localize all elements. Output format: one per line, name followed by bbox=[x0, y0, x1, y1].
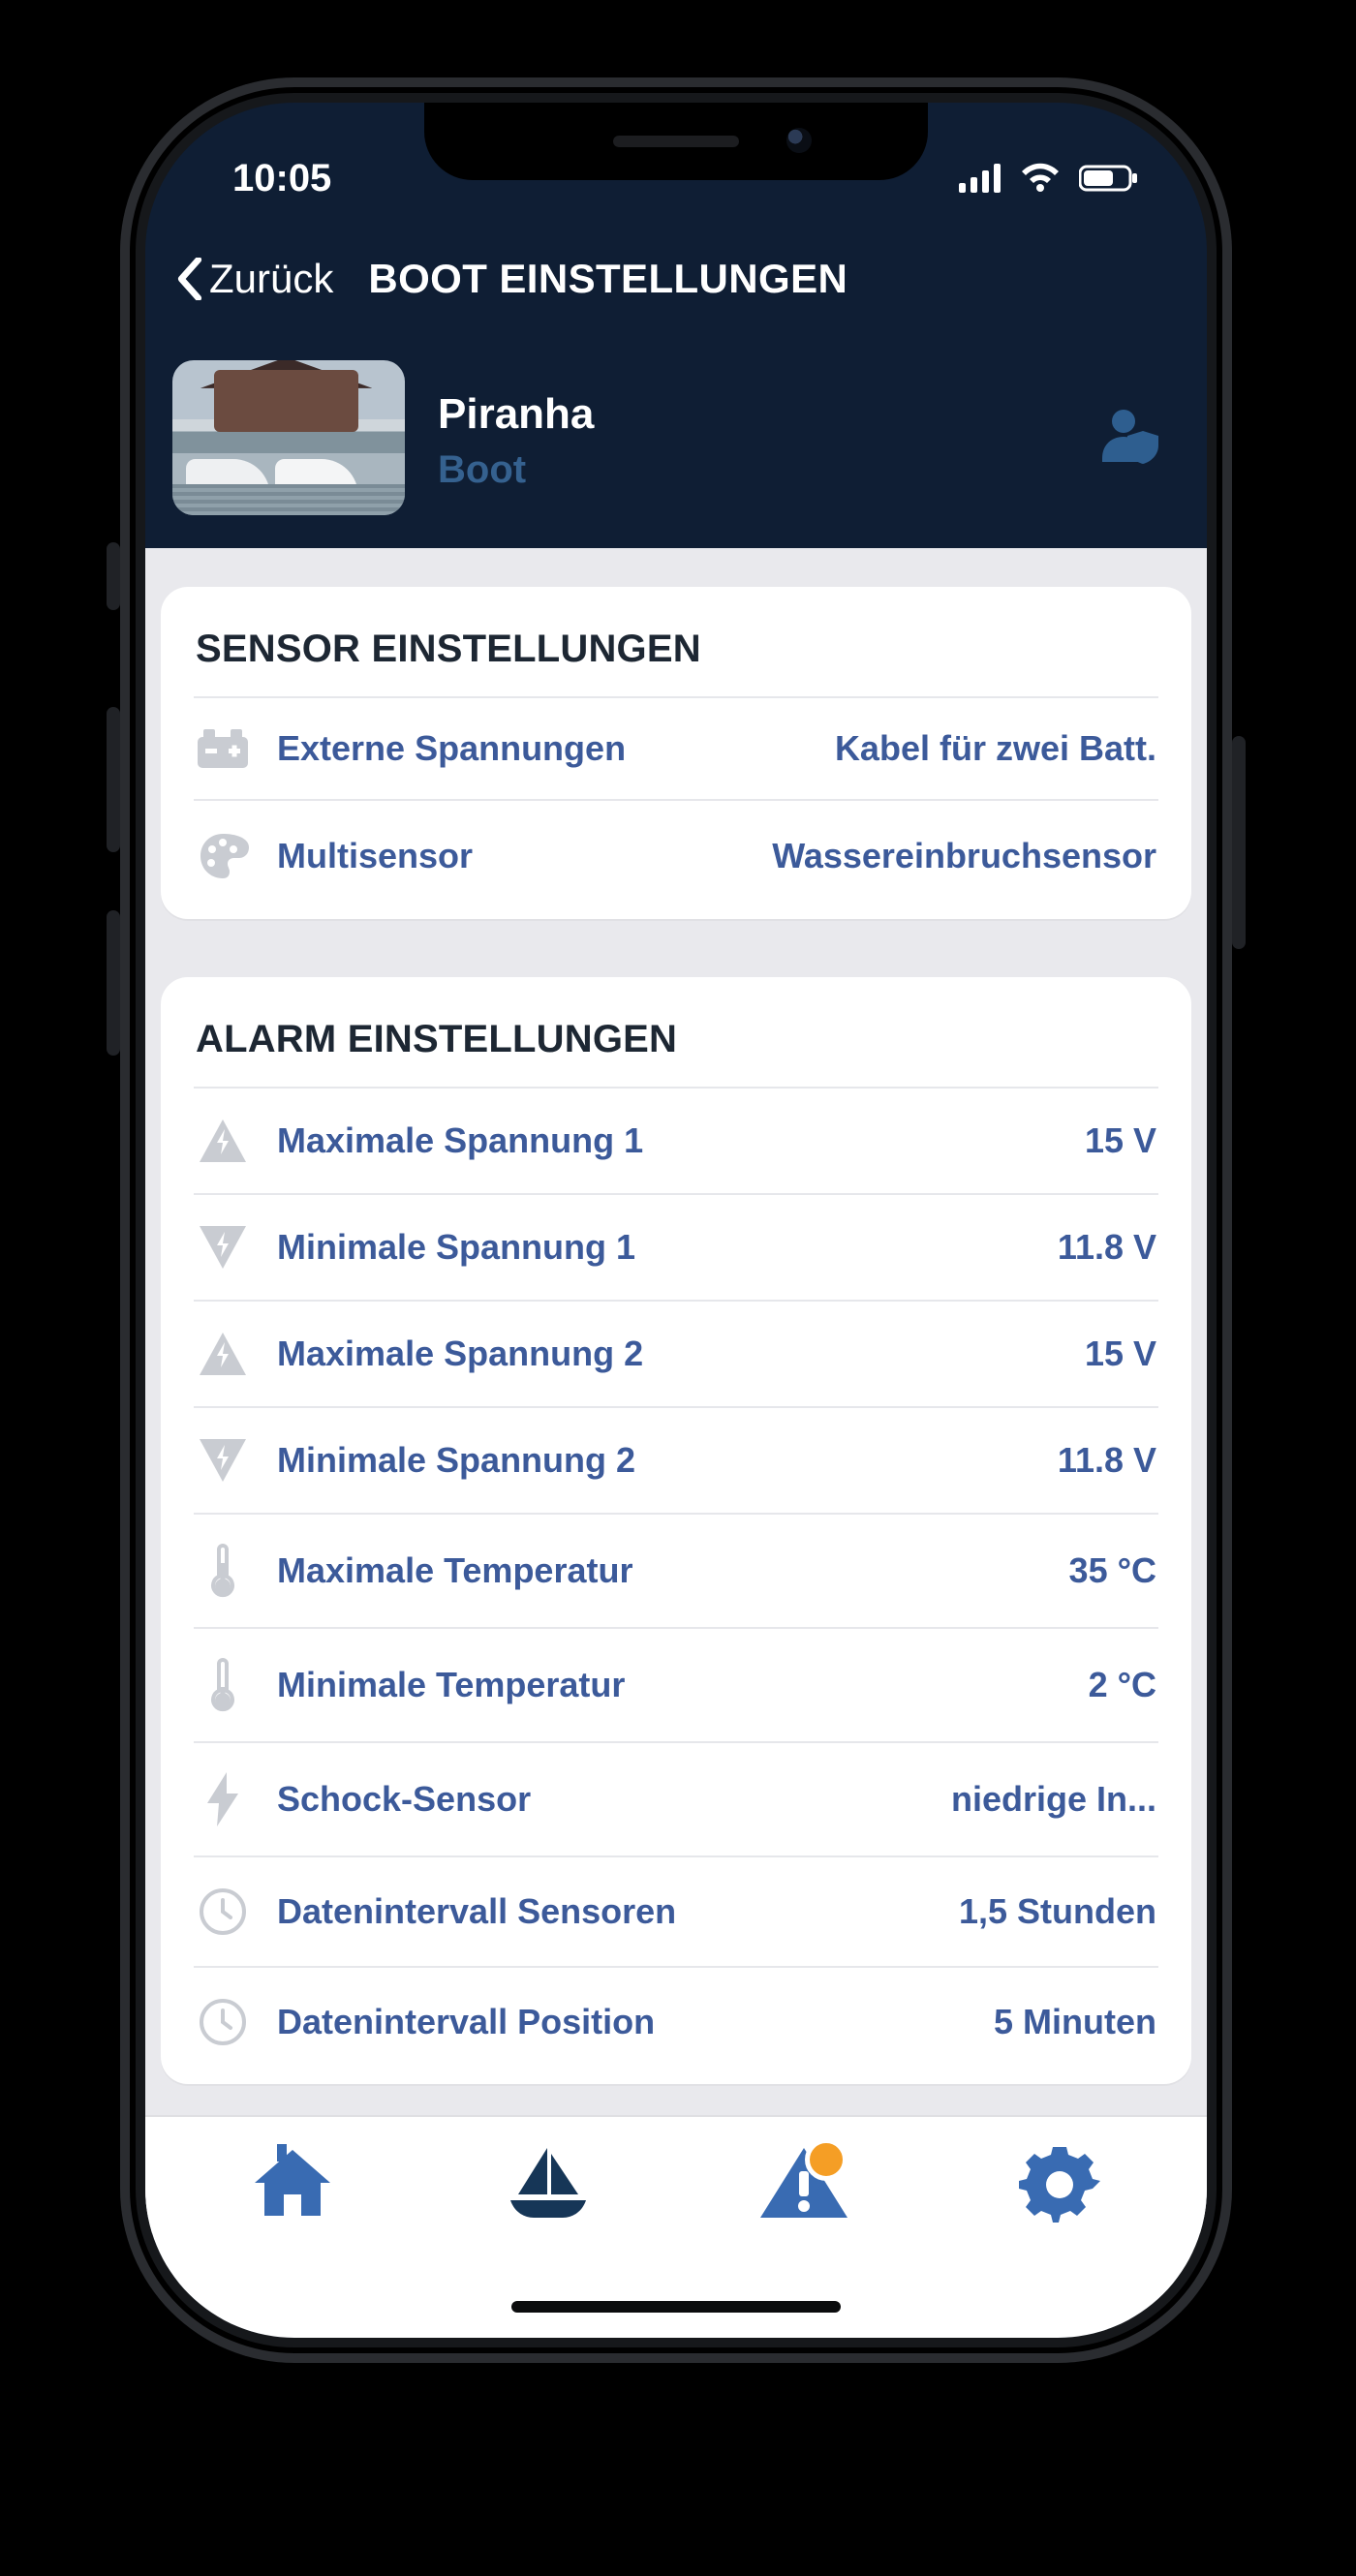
sensor-settings-card: SENSOR EINSTELLUNGEN Externe Spannungen … bbox=[161, 587, 1191, 919]
status-time: 10:05 bbox=[232, 157, 331, 200]
cell-signal-icon bbox=[959, 164, 1002, 193]
alarm-settings-card: ALARM EINSTELLUNGEN Maximale Spannung 1 … bbox=[161, 977, 1191, 2084]
clock-icon bbox=[196, 1997, 250, 2047]
boat-names: Piranha Boot bbox=[438, 384, 1067, 492]
row-value: 15 V bbox=[1085, 1334, 1156, 1374]
gear-icon bbox=[1019, 2144, 1100, 2225]
alarm-row-max-temperature[interactable]: Maximale Temperatur 35 °C bbox=[194, 1515, 1158, 1629]
thermometer-icon bbox=[196, 1658, 250, 1712]
alarm-row-data-interval-sensors[interactable]: Datenintervall Sensoren 1,5 Stunden bbox=[194, 1857, 1158, 1968]
sensor-row-external-voltage[interactable]: Externe Spannungen Kabel für zwei Batt. bbox=[194, 698, 1158, 801]
content-area: SENSOR EINSTELLUNGEN Externe Spannungen … bbox=[145, 548, 1207, 2233]
sailboat-icon bbox=[505, 2144, 592, 2222]
thermometer-icon bbox=[196, 1544, 250, 1598]
alarm-row-min-temperature[interactable]: Minimale Temperatur 2 °C bbox=[194, 1629, 1158, 1743]
alarm-row-min-voltage-2[interactable]: Minimale Spannung 2 11.8 V bbox=[194, 1408, 1158, 1515]
sensor-row-multisensor[interactable]: Multisensor Wassereinbruchsensor bbox=[194, 801, 1158, 919]
tab-home[interactable] bbox=[230, 2144, 355, 2222]
notch-camera bbox=[786, 128, 812, 153]
row-label: Minimale Spannung 1 bbox=[275, 1227, 1032, 1268]
back-button[interactable]: Zurück bbox=[174, 256, 333, 302]
row-label: Minimale Spannung 2 bbox=[275, 1440, 1032, 1481]
row-value: 1,5 Stunden bbox=[959, 1891, 1156, 1932]
boat-name: Piranha bbox=[438, 390, 1067, 439]
sensor-settings-title: SENSOR EINSTELLUNGEN bbox=[194, 614, 1158, 698]
row-value: 35 °C bbox=[1069, 1550, 1156, 1591]
row-value: Kabel für zwei Batt. bbox=[835, 728, 1156, 769]
row-value: niedrige In... bbox=[951, 1779, 1156, 1820]
tab-settings[interactable] bbox=[997, 2144, 1123, 2225]
chevron-left-icon bbox=[174, 258, 205, 300]
wifi-icon bbox=[1019, 163, 1062, 194]
status-icons bbox=[959, 163, 1139, 194]
alarm-row-data-interval-position[interactable]: Datenintervall Position 5 Minuten bbox=[194, 1968, 1158, 2084]
home-icon bbox=[249, 2144, 336, 2222]
row-value: 11.8 V bbox=[1058, 1227, 1156, 1268]
row-label: Multisensor bbox=[275, 836, 747, 876]
volume-down-button bbox=[107, 910, 120, 1056]
alarm-row-max-voltage-2[interactable]: Maximale Spannung 2 15 V bbox=[194, 1302, 1158, 1408]
clock-icon bbox=[196, 1886, 250, 1937]
row-value: 5 Minuten bbox=[994, 2002, 1156, 2042]
tab-boat[interactable] bbox=[485, 2144, 611, 2222]
back-label: Zurück bbox=[209, 256, 333, 302]
palette-icon bbox=[196, 830, 250, 882]
power-button bbox=[1232, 736, 1246, 949]
bolt-up-icon bbox=[196, 1331, 250, 1377]
row-value: 2 °C bbox=[1089, 1665, 1156, 1705]
row-label: Schock-Sensor bbox=[275, 1779, 926, 1820]
alarm-row-max-voltage-1[interactable]: Maximale Spannung 1 15 V bbox=[194, 1089, 1158, 1195]
row-label: Maximale Temperatur bbox=[275, 1550, 1044, 1591]
boat-thumbnail bbox=[172, 360, 405, 515]
bolt-down-icon bbox=[196, 1437, 250, 1484]
home-indicator[interactable] bbox=[511, 2301, 841, 2313]
owner-shield-icon[interactable] bbox=[1100, 408, 1168, 469]
notch-speaker bbox=[613, 136, 739, 147]
row-label: Minimale Temperatur bbox=[275, 1665, 1063, 1705]
bolt-up-icon bbox=[196, 1118, 250, 1164]
battery-icon bbox=[1079, 164, 1139, 193]
page-title: BOOT EINSTELLUNGEN bbox=[353, 256, 848, 302]
boat-type: Boot bbox=[438, 448, 1067, 492]
row-value: 15 V bbox=[1085, 1120, 1156, 1161]
bolt-down-icon bbox=[196, 1224, 250, 1271]
notch bbox=[424, 103, 928, 180]
row-label: Maximale Spannung 2 bbox=[275, 1334, 1060, 1374]
alarm-row-min-voltage-1[interactable]: Minimale Spannung 1 11.8 V bbox=[194, 1195, 1158, 1302]
nav-bar: Zurück BOOT EINSTELLUNGEN bbox=[145, 227, 1207, 341]
row-value: Wassereinbruchsensor bbox=[772, 836, 1156, 876]
bolt-icon bbox=[196, 1772, 250, 1826]
phone-frame: 10:05 Zurück BOOT EINSTELLUNGEN Piranha bbox=[120, 77, 1232, 2363]
tab-alerts[interactable] bbox=[741, 2144, 867, 2222]
row-label: Maximale Spannung 1 bbox=[275, 1120, 1060, 1161]
boat-header[interactable]: Piranha Boot bbox=[145, 341, 1207, 548]
alarm-row-shock-sensor[interactable]: Schock-Sensor niedrige In... bbox=[194, 1743, 1158, 1857]
row-label: Externe Spannungen bbox=[275, 728, 810, 769]
battery-icon bbox=[196, 727, 250, 770]
volume-up-button bbox=[107, 707, 120, 852]
silence-switch bbox=[107, 542, 120, 610]
row-label: Datenintervall Position bbox=[275, 2002, 969, 2042]
alarm-settings-title: ALARM EINSTELLUNGEN bbox=[194, 1004, 1158, 1089]
row-label: Datenintervall Sensoren bbox=[275, 1891, 934, 1932]
row-value: 11.8 V bbox=[1058, 1440, 1156, 1481]
phone-screen: 10:05 Zurück BOOT EINSTELLUNGEN Piranha bbox=[145, 103, 1207, 2338]
alerts-badge bbox=[805, 2138, 848, 2181]
